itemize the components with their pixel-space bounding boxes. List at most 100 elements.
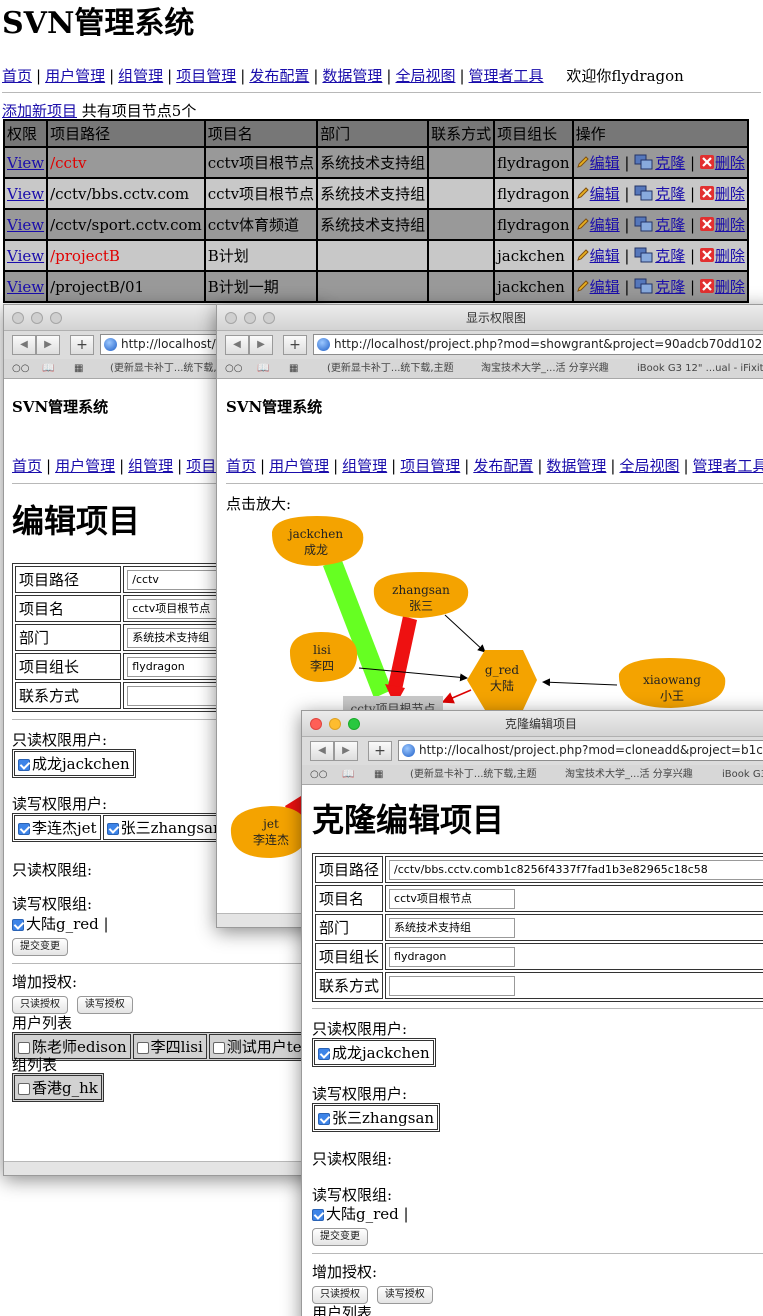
nav-global-view[interactable]: 全局视图 xyxy=(619,457,679,475)
edit-link[interactable]: 编辑 xyxy=(590,185,620,203)
nav-home[interactable]: 首页 xyxy=(2,67,32,85)
top-sites-icon[interactable]: ▦ xyxy=(374,765,383,784)
nav-groups[interactable]: 组管理 xyxy=(342,457,387,475)
back-button[interactable]: ◀ xyxy=(225,335,249,355)
bookmark-item[interactable]: 淘宝技术大学_...活 分享兴趣 xyxy=(565,765,693,784)
clone-link[interactable]: 克隆 xyxy=(655,247,685,265)
view-link[interactable]: View xyxy=(7,216,44,234)
delete-link[interactable]: 删除 xyxy=(715,278,745,296)
graph-node-jackchen[interactable]: jackchen 成龙 xyxy=(271,516,364,566)
bookmark-item[interactable]: iBook G3 12" ...ual - iFixit xyxy=(637,359,763,378)
nav-groups[interactable]: 组管理 xyxy=(128,457,173,475)
nav-projects[interactable]: 项目管理 xyxy=(176,67,236,85)
reading-list-icon[interactable]: ○○ xyxy=(310,765,327,784)
rw-group-checkbox[interactable] xyxy=(12,919,24,931)
view-link[interactable]: View xyxy=(7,185,44,203)
nav-users[interactable]: 用户管理 xyxy=(55,457,115,475)
maximize-icon[interactable] xyxy=(348,718,360,730)
bookmarks-icon[interactable]: 📖 xyxy=(342,765,354,784)
nav-users[interactable]: 用户管理 xyxy=(45,67,105,85)
edit-link[interactable]: 编辑 xyxy=(590,247,620,265)
nav-home[interactable]: 首页 xyxy=(226,457,256,475)
rw-user-checkbox[interactable] xyxy=(18,823,30,835)
nav-global-view[interactable]: 全局视图 xyxy=(395,67,455,85)
forward-button[interactable]: ▶ xyxy=(36,335,60,355)
bookmark-item[interactable]: iBook G3 12" ...ual - iFixit xyxy=(722,765,763,784)
nav-home[interactable]: 首页 xyxy=(12,457,42,475)
reading-list-icon[interactable]: ○○ xyxy=(225,359,242,378)
maximize-icon[interactable] xyxy=(50,312,62,324)
nav-publish[interactable]: 发布配置 xyxy=(249,67,309,85)
horizontal-scrollbar[interactable] xyxy=(4,1161,322,1175)
clone-link[interactable]: 克隆 xyxy=(655,154,685,172)
delete-link[interactable]: 删除 xyxy=(715,216,745,234)
minimize-icon[interactable] xyxy=(329,718,341,730)
bookmark-item[interactable]: 淘宝技术大学_...活 分享兴趣 xyxy=(481,359,609,378)
minimize-icon[interactable] xyxy=(31,312,43,324)
graph-node-xiaowang[interactable]: xiaowang 小王 xyxy=(618,658,726,708)
clone-link[interactable]: 克隆 xyxy=(655,185,685,203)
bookmark-item[interactable]: (更新显卡补丁...统下载,主题 xyxy=(327,359,454,378)
view-link[interactable]: View xyxy=(7,247,44,265)
bookmarks-icon[interactable]: 📖 xyxy=(257,359,269,378)
name-field[interactable]: cctv项目根节点 xyxy=(389,888,516,909)
top-sites-icon[interactable]: ▦ xyxy=(289,359,298,378)
submit-button[interactable]: 提交变更 xyxy=(12,938,68,956)
close-icon[interactable] xyxy=(12,312,24,324)
add-project-link[interactable]: 添加新项目 xyxy=(2,102,77,120)
address-bar[interactable]: http://localhost/project.php?mod=clonead… xyxy=(398,740,763,761)
nav-admin-tools[interactable]: 管理者工具 xyxy=(693,457,763,475)
submit-button[interactable]: 提交变更 xyxy=(312,1228,368,1246)
delete-link[interactable]: 删除 xyxy=(715,247,745,265)
nav-users[interactable]: 用户管理 xyxy=(269,457,329,475)
nav-data[interactable]: 数据管理 xyxy=(546,457,606,475)
forward-button[interactable]: ▶ xyxy=(249,335,273,355)
back-button[interactable]: ◀ xyxy=(12,335,36,355)
bookmarks-icon[interactable]: 📖 xyxy=(42,359,54,378)
write-grant-button[interactable]: 读写授权 xyxy=(76,996,133,1014)
maximize-icon[interactable] xyxy=(263,312,275,324)
edit-link[interactable]: 编辑 xyxy=(590,154,620,172)
close-icon[interactable] xyxy=(310,718,322,730)
rw-user-checkbox[interactable] xyxy=(106,823,119,835)
minimize-icon[interactable] xyxy=(244,312,256,324)
nav-admin-tools[interactable]: 管理者工具 xyxy=(469,67,544,85)
path-field[interactable]: /cctv/bbs.cctv.comb1c8256f4337f7fad1b3e8… xyxy=(389,859,763,880)
nav-groups[interactable]: 组管理 xyxy=(118,67,163,85)
graph-node-lisi[interactable]: lisi 李四 xyxy=(289,632,358,682)
group-checkbox[interactable] xyxy=(18,1083,30,1095)
rw-group-checkbox[interactable] xyxy=(312,1209,324,1221)
nav-projects[interactable]: 项目管理 xyxy=(400,457,460,475)
clone-link[interactable]: 克隆 xyxy=(655,278,685,296)
address-bar[interactable]: http://localhost/project.php?mod=showgra… xyxy=(313,334,763,355)
nav-data[interactable]: 数据管理 xyxy=(322,67,382,85)
delete-link[interactable]: 删除 xyxy=(715,185,745,203)
dept-field[interactable]: 系统技术支持组 xyxy=(389,917,516,938)
nav-publish[interactable]: 发布配置 xyxy=(473,457,533,475)
clone-link[interactable]: 克隆 xyxy=(655,216,685,234)
back-button[interactable]: ◀ xyxy=(310,741,334,761)
add-bookmark-button[interactable]: + xyxy=(70,335,94,355)
ro-user-checkbox[interactable] xyxy=(18,759,30,771)
edit-link[interactable]: 编辑 xyxy=(590,278,620,296)
graph-node-jet[interactable]: jet 李连杰 xyxy=(230,806,308,858)
delete-link[interactable]: 删除 xyxy=(715,154,745,172)
add-bookmark-button[interactable]: + xyxy=(368,741,392,761)
close-icon[interactable] xyxy=(225,312,237,324)
write-grant-button[interactable]: 读写授权 xyxy=(376,1286,433,1304)
edit-link[interactable]: 编辑 xyxy=(590,216,620,234)
graph-node-g-red[interactable]: g_red 大陆 xyxy=(467,650,537,710)
bookmark-item[interactable]: (更新显卡补丁...统下载,主题 xyxy=(410,765,537,784)
rw-user-checkbox[interactable] xyxy=(318,1113,330,1125)
view-link[interactable]: View xyxy=(7,278,44,296)
user-checkbox[interactable] xyxy=(18,1042,30,1054)
add-bookmark-button[interactable]: + xyxy=(283,335,307,355)
graph-node-zhangsan[interactable]: zhangsan 张三 xyxy=(373,572,469,618)
contact-field[interactable] xyxy=(389,975,516,996)
view-link[interactable]: View xyxy=(7,154,44,172)
lead-field[interactable]: flydragon xyxy=(389,946,516,967)
forward-button[interactable]: ▶ xyxy=(334,741,358,761)
top-sites-icon[interactable]: ▦ xyxy=(74,359,83,378)
reading-list-icon[interactable]: ○○ xyxy=(12,359,29,378)
user-checkbox[interactable] xyxy=(212,1042,225,1054)
